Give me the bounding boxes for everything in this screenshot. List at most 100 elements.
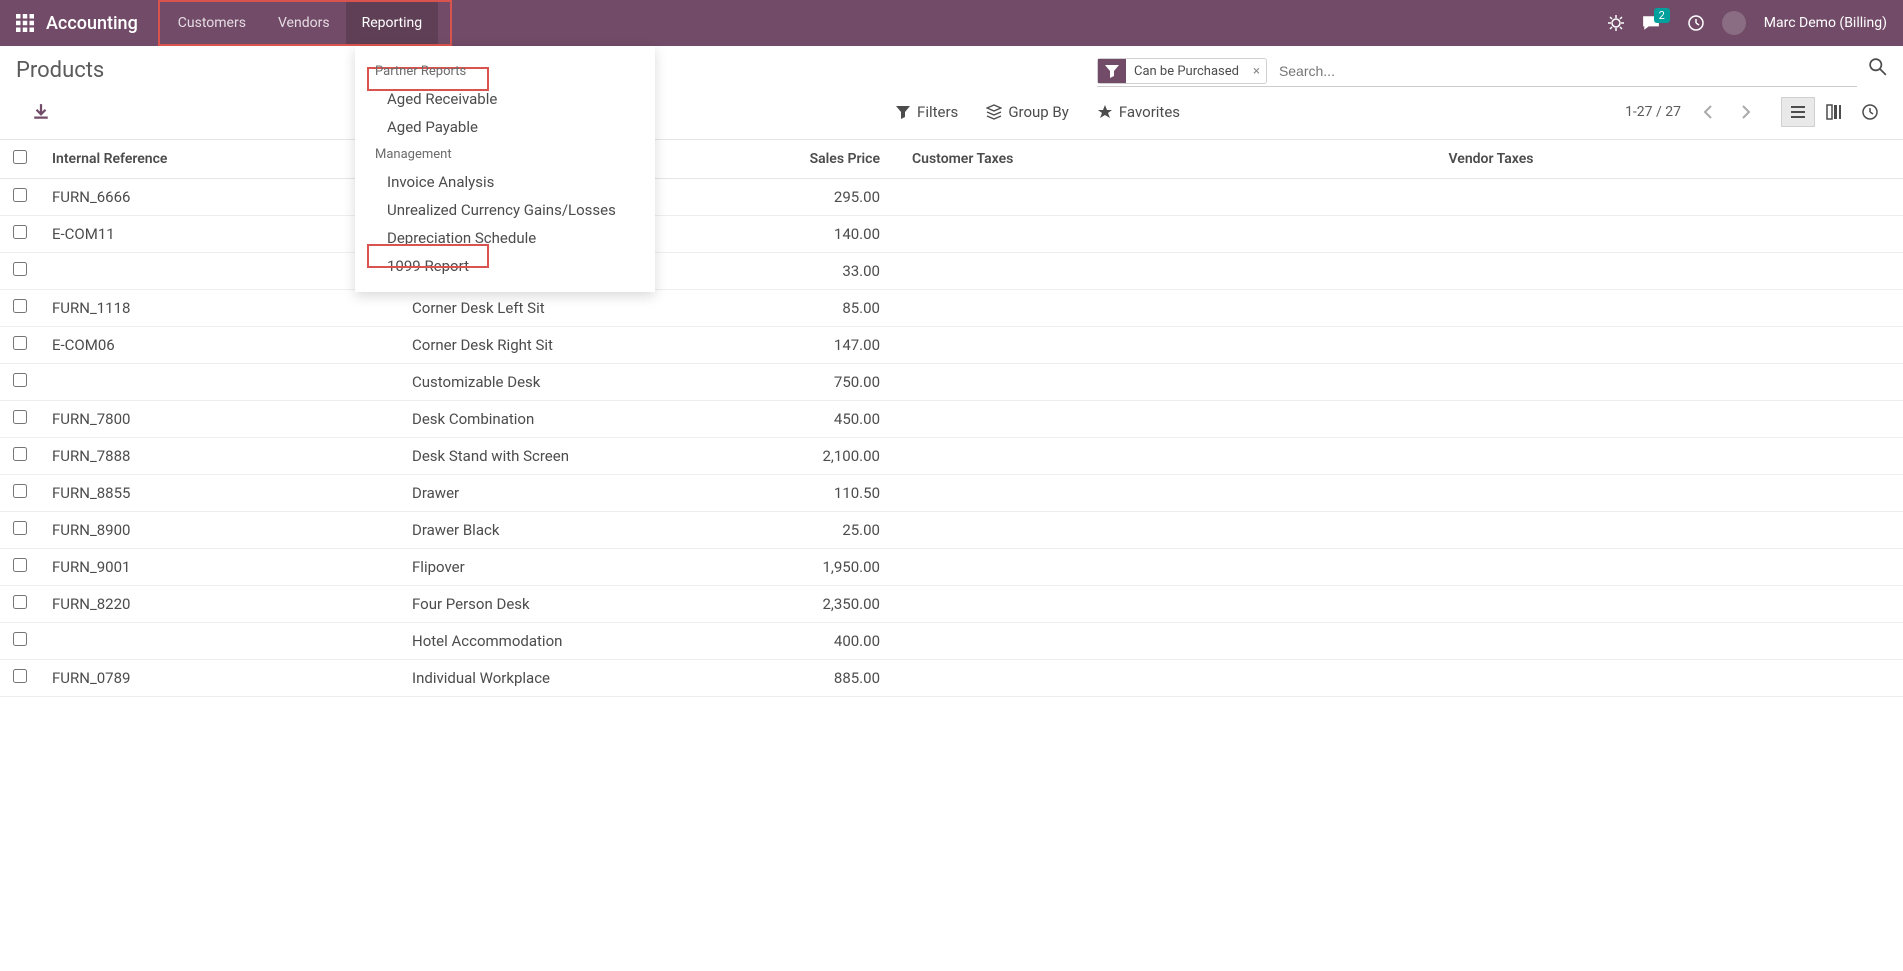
menu-customers[interactable]: Customers — [162, 0, 262, 46]
row-checkbox[interactable] — [13, 447, 27, 461]
cell-price: 33.00 — [760, 253, 900, 290]
cell-price: 25.00 — [760, 512, 900, 549]
cell-price: 400.00 — [760, 623, 900, 660]
cell-ctax — [900, 475, 1437, 512]
cell-ctax — [900, 512, 1437, 549]
dropdown-item-invoice-analysis[interactable]: Invoice Analysis — [355, 168, 655, 196]
row-checkbox[interactable] — [13, 632, 27, 646]
dropdown-item-aged-receivable[interactable]: Aged Receivable — [355, 85, 655, 113]
menu-label: Customers — [178, 15, 246, 31]
cell-price: 450.00 — [760, 401, 900, 438]
row-checkbox[interactable] — [13, 595, 27, 609]
row-checkbox[interactable] — [13, 410, 27, 424]
cell-price: 2,350.00 — [760, 586, 900, 623]
table-row[interactable]: Hotel Accommodation400.00 — [0, 623, 1903, 660]
cell-vtax — [1437, 364, 1903, 401]
row-checkbox[interactable] — [13, 336, 27, 350]
col-customer-taxes[interactable]: Customer Taxes — [900, 140, 1437, 179]
apps-icon[interactable] — [16, 14, 34, 32]
table-row[interactable]: E-COM11140.00 — [0, 216, 1903, 253]
dropdown-item-1099-report[interactable]: 1099 Report — [355, 252, 655, 280]
row-checkbox[interactable] — [13, 558, 27, 572]
table-row[interactable]: FURN_0789Individual Workplace885.00 — [0, 660, 1903, 697]
cell-vtax — [1437, 401, 1903, 438]
debug-icon[interactable] — [1608, 15, 1624, 31]
table-row[interactable]: FURN_8220Four Person Desk2,350.00 — [0, 586, 1903, 623]
cell-name: Hotel Accommodation — [400, 623, 760, 660]
view-activity-button[interactable] — [1853, 97, 1887, 127]
row-checkbox[interactable] — [13, 262, 27, 276]
cell-price: 2,100.00 — [760, 438, 900, 475]
app-brand[interactable]: Accounting — [46, 13, 138, 34]
cell-price: 110.50 — [760, 475, 900, 512]
table-row[interactable]: FURN_9001Flipover1,950.00 — [0, 549, 1903, 586]
username[interactable]: Marc Demo (Billing) — [1764, 15, 1887, 31]
activity-icon[interactable] — [1688, 15, 1704, 31]
view-list-button[interactable] — [1781, 97, 1815, 127]
filters-button[interactable]: Filters — [895, 103, 958, 121]
dropdown-item-unrealized-currency[interactable]: Unrealized Currency Gains/Losses — [355, 196, 655, 224]
dropdown-item-aged-payable[interactable]: Aged Payable — [355, 113, 655, 141]
pager[interactable]: 1-27 / 27 — [1625, 104, 1681, 120]
col-vendor-taxes[interactable]: Vendor Taxes — [1437, 140, 1903, 179]
search-icon[interactable] — [1869, 58, 1887, 76]
menu-reporting[interactable]: Reporting — [346, 0, 439, 46]
table-row[interactable]: FURN_7800Desk Combination450.00 — [0, 401, 1903, 438]
filter-icon — [895, 104, 911, 120]
cell-ref: FURN_0789 — [40, 660, 400, 697]
cell-ctax — [900, 660, 1437, 697]
row-checkbox[interactable] — [13, 484, 27, 498]
row-checkbox[interactable] — [13, 188, 27, 202]
view-kanban-button[interactable] — [1817, 97, 1851, 127]
cell-vtax — [1437, 438, 1903, 475]
cell-ctax — [900, 623, 1437, 660]
cell-vtax — [1437, 179, 1903, 216]
cell-name: Desk Combination — [400, 401, 760, 438]
cell-price: 885.00 — [760, 660, 900, 697]
table-row[interactable]: E-COM06Corner Desk Right Sit147.00 — [0, 327, 1903, 364]
menu-vendors[interactable]: Vendors — [262, 0, 346, 46]
cell-vtax — [1437, 623, 1903, 660]
table-row[interactable]: FURN_1118Corner Desk Left Sit85.00 — [0, 290, 1903, 327]
cell-ctax — [900, 364, 1437, 401]
row-checkbox[interactable] — [13, 669, 27, 683]
row-checkbox[interactable] — [13, 521, 27, 535]
col-internal-reference[interactable]: Internal Reference — [40, 140, 400, 179]
filter-icon — [1098, 59, 1126, 83]
toolbar-row: Filters Group By Favorites 1-27 / 27 — [0, 87, 1903, 140]
messages-icon[interactable]: 2 — [1642, 14, 1670, 32]
table-row[interactable]: FURN_7888Desk Stand with Screen2,100.00 — [0, 438, 1903, 475]
col-sales-price[interactable]: Sales Price — [760, 140, 900, 179]
groupby-button[interactable]: Group By — [986, 103, 1069, 121]
topbar: Accounting Customers Vendors Reporting 2… — [0, 0, 1903, 46]
table-row[interactable]: FURN_6666295.00 — [0, 179, 1903, 216]
row-checkbox[interactable] — [13, 299, 27, 313]
pager-next[interactable] — [1733, 104, 1757, 120]
cell-vtax — [1437, 253, 1903, 290]
table-row[interactable]: FURN_8855Drawer110.50 — [0, 475, 1903, 512]
main-menu: Customers Vendors Reporting — [162, 0, 438, 46]
star-icon — [1097, 104, 1113, 120]
pager-prev[interactable] — [1697, 104, 1721, 120]
dropdown-item-depreciation-schedule[interactable]: Depreciation Schedule — [355, 224, 655, 252]
cell-vtax — [1437, 512, 1903, 549]
search-facet-remove[interactable]: × — [1247, 64, 1266, 79]
avatar[interactable] — [1722, 11, 1746, 35]
row-checkbox[interactable] — [13, 225, 27, 239]
search-input[interactable] — [1275, 59, 1857, 83]
cell-price: 85.00 — [760, 290, 900, 327]
row-checkbox[interactable] — [13, 373, 27, 387]
cell-name: Flipover — [400, 549, 760, 586]
dropdown-section-partner-reports: Partner Reports — [355, 58, 655, 85]
cell-vtax — [1437, 216, 1903, 253]
products-table: Internal Reference Name Sales Price Cust… — [0, 140, 1903, 697]
search-area: Can be Purchased × — [1097, 58, 1857, 87]
table-row[interactable]: FURN_8900Drawer Black25.00 — [0, 512, 1903, 549]
favorites-button[interactable]: Favorites — [1097, 103, 1180, 121]
table-row[interactable]: Customizable Desk750.00 — [0, 364, 1903, 401]
cell-ctax — [900, 586, 1437, 623]
select-all-checkbox[interactable] — [13, 150, 27, 164]
table-row[interactable]: 33.00 — [0, 253, 1903, 290]
export-icon[interactable] — [32, 103, 50, 121]
cell-ctax — [900, 216, 1437, 253]
